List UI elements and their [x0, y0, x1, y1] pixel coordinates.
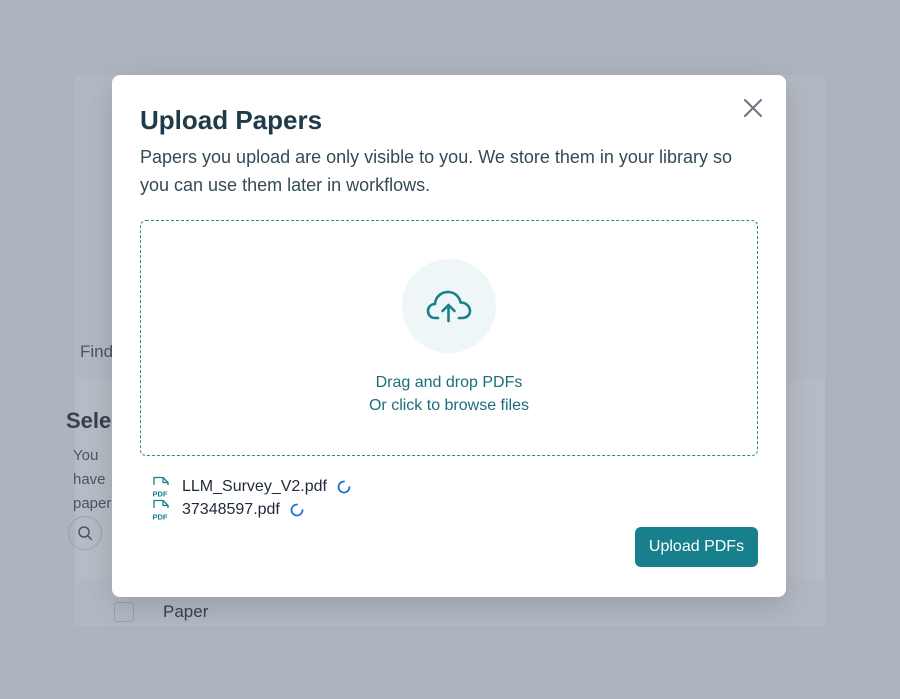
- loading-spinner-icon: [337, 480, 351, 494]
- file-list-item: PDF 37348597.pdf: [152, 499, 304, 522]
- close-icon[interactable]: [742, 97, 764, 119]
- upload-papers-modal: Upload Papers Papers you upload are only…: [112, 75, 786, 597]
- pdf-dropzone[interactable]: Drag and drop PDFs Or click to browse fi…: [140, 220, 758, 456]
- background-search-icon: [68, 516, 102, 550]
- cloud-upload-icon: [402, 259, 496, 353]
- upload-pdfs-button[interactable]: Upload PDFs: [635, 527, 758, 567]
- svg-text:PDF: PDF: [153, 513, 168, 522]
- dropzone-browse-link[interactable]: Or click to browse files: [141, 397, 757, 415]
- modal-description: Papers you upload are only visible to yo…: [140, 147, 732, 195]
- background-section-desc: You have papers.: [73, 447, 113, 512]
- file-list-item: PDF LLM_Survey_V2.pdf: [152, 476, 351, 499]
- background-select-all-checkbox: [114, 602, 134, 622]
- svg-text:PDF: PDF: [153, 490, 168, 499]
- file-name: 37348597.pdf: [182, 501, 280, 518]
- background-column-paper: Paper: [163, 602, 209, 621]
- loading-spinner-icon: [290, 503, 304, 517]
- file-name: LLM_Survey_V2.pdf: [182, 478, 327, 495]
- pdf-file-icon: PDF: [152, 499, 170, 522]
- modal-title: Upload Papers: [140, 105, 323, 135]
- background-tab: Find: [80, 342, 114, 361]
- dropzone-primary-text: Drag and drop PDFs: [375, 374, 523, 391]
- pdf-file-icon: PDF: [152, 476, 170, 499]
